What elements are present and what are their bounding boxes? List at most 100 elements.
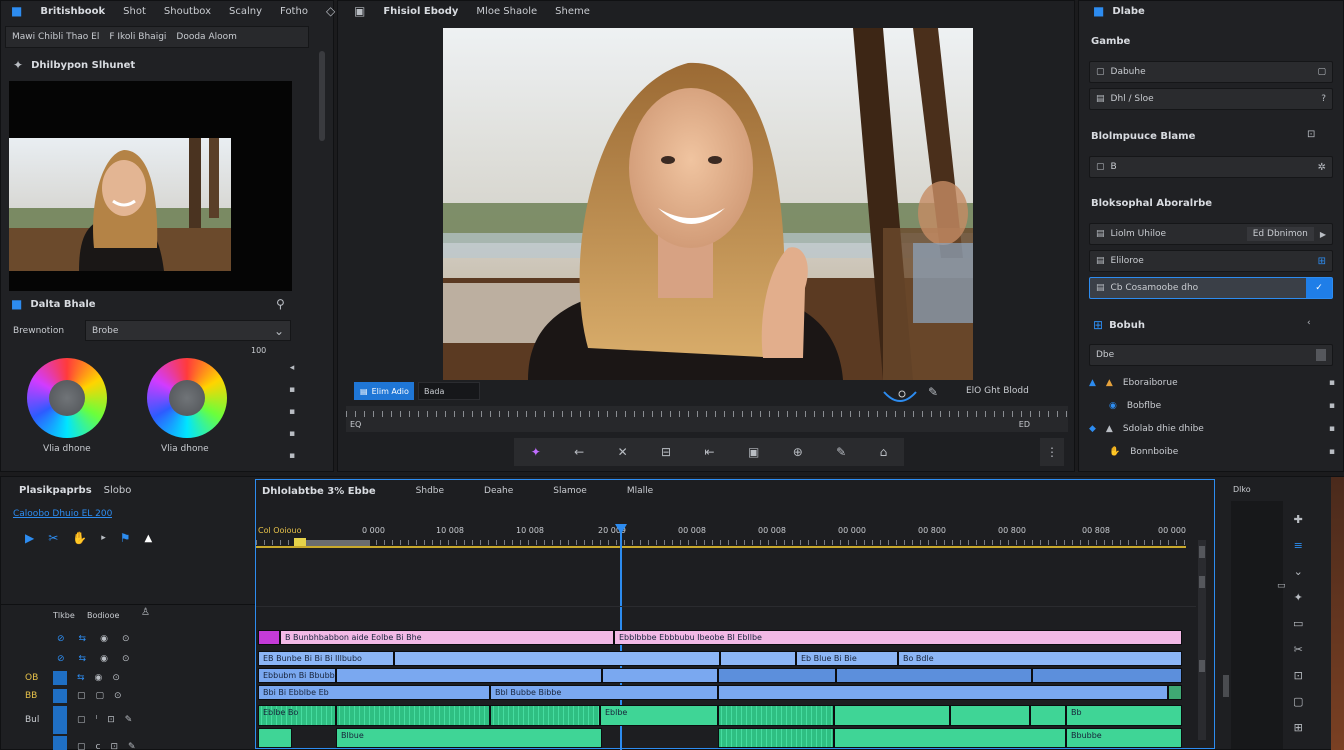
extra-tool-button[interactable]: ⋮ — [1040, 438, 1064, 466]
audio-clip[interactable] — [718, 705, 834, 726]
menu-item-1[interactable]: Shot — [123, 6, 146, 17]
track-crop-icon[interactable]: ⊡ — [110, 742, 118, 750]
trim-icon[interactable]: ⇤ — [705, 445, 715, 459]
video-preview[interactable] — [443, 28, 973, 380]
play-small-icon[interactable]: ▶ — [1320, 230, 1326, 239]
back-arrow-icon[interactable]: ← — [574, 445, 584, 459]
sliders-icon[interactable]: ⊞ — [1318, 256, 1326, 267]
pen-icon[interactable]: ✎ — [836, 445, 846, 459]
list-item-icon[interactable]: ▪ — [1329, 378, 1335, 388]
menu-item-0[interactable]: Britishbook — [40, 6, 105, 17]
timeline-tab-0[interactable]: Dhlolabtbe 3% Ebbe — [262, 486, 376, 497]
ripple-tool-icon[interactable]: ▸ — [101, 533, 106, 543]
track-sync-icon[interactable]: ⊙ — [122, 634, 130, 644]
inspector-field-3[interactable]: ▢ B ✲ — [1089, 156, 1333, 178]
export-icon[interactable]: ⊡ — [1293, 669, 1303, 682]
track-settings-icon[interactable]: ♙ — [141, 607, 150, 618]
zoom-icon[interactable]: ⊕ — [793, 445, 803, 459]
breadcrumb-item-0[interactable]: Mawi Chibli Thao El — [12, 32, 99, 42]
inspector-sub-row[interactable]: Dbe — [1089, 344, 1333, 366]
grid-icon[interactable]: ⊞ — [1293, 721, 1303, 734]
video-clip[interactable] — [394, 651, 720, 666]
viewer-tab-0[interactable]: Fhisiol Ebody — [383, 6, 458, 17]
inspector-field-1[interactable]: ▢ Dabuhe ▢ — [1089, 61, 1333, 83]
video-clip[interactable]: Bbl Bubbe Bibbe — [490, 685, 718, 700]
blade-tool-icon[interactable]: ✂ — [48, 531, 58, 545]
inspector-field-6[interactable]: ▤ Cb Cosamoobe dho ✓ — [1089, 277, 1333, 299]
split-icon[interactable]: ⊟ — [661, 445, 671, 459]
timeline-ruler[interactable]: Col Ooiouo 0 000 10 008 10 008 20 009 00… — [256, 524, 1196, 548]
video-clip[interactable]: EB Bunbe Bi Bi Bi Illbubo — [258, 651, 394, 666]
track-pen-icon[interactable]: ✎ — [128, 742, 136, 750]
track-target[interactable] — [53, 706, 67, 734]
curve-icon[interactable] — [880, 382, 922, 406]
align-icon[interactable]: ≡ — [1293, 539, 1303, 552]
audio-clip[interactable] — [834, 728, 1066, 748]
track-target[interactable] — [53, 689, 67, 703]
audio-clip[interactable]: Bbubbe — [1066, 728, 1182, 748]
timeline-tab-1[interactable]: Shdbe — [416, 486, 444, 497]
breadcrumb-item-2[interactable]: Dooda Aloom — [176, 32, 236, 42]
inspector-field-2[interactable]: ▤ Dhl / Sloe ? — [1089, 88, 1333, 110]
video-clip[interactable]: Bo Bdle — [898, 651, 1182, 666]
color-wheel-2[interactable] — [147, 358, 227, 438]
audio-clip[interactable] — [718, 728, 834, 748]
audio-clip[interactable] — [258, 728, 292, 748]
section-2-icon[interactable]: ⊡ — [1307, 129, 1315, 140]
timeline-tab-3[interactable]: Slamoe — [553, 486, 587, 497]
list-item[interactable]: ✋ Bonnboibe ▪ — [1089, 440, 1335, 463]
meter-toggle-icon[interactable]: ▭ — [1277, 581, 1286, 591]
list-item[interactable]: ◉ Bobflbe ▪ — [1089, 394, 1335, 417]
timeline-tab-4[interactable]: Mlalle — [627, 486, 653, 497]
viewer-ruler[interactable]: EQ ED — [346, 406, 1068, 432]
marker-icon[interactable]: ✦ — [1293, 591, 1303, 604]
track-sync-icon[interactable]: ⊙ — [122, 654, 130, 664]
wheel-control-1-icon[interactable]: ◂ — [289, 363, 295, 373]
field-4-value[interactable]: Ed Dbnimon — [1246, 227, 1314, 241]
timeline-left-title[interactable]: Plasikpaprbs — [19, 485, 92, 496]
settings-icon[interactable]: ✲ — [1318, 162, 1326, 173]
track-solo-icon[interactable]: ▢ — [96, 691, 105, 701]
color-mode-dropdown[interactable]: Brobe ⌄ — [85, 320, 291, 341]
list-item[interactable]: ◆ ▲ Sdolab dhie dhibe ▪ — [1089, 417, 1335, 440]
note-icon[interactable]: ▢ — [1293, 695, 1303, 708]
list-item-icon[interactable]: ▪ — [1329, 424, 1335, 434]
track-link-icon[interactable]: ⇆ — [79, 634, 87, 644]
wheel-control-2-icon[interactable]: ▪ — [289, 385, 295, 395]
hand-tool-icon[interactable]: ✋ — [72, 531, 87, 545]
pin-icon[interactable]: ⚲ — [276, 297, 285, 311]
track-link-icon[interactable]: ⇆ — [79, 654, 87, 664]
edit-icon[interactable]: ✎ — [928, 385, 938, 399]
video-clip[interactable] — [602, 668, 718, 683]
video-clip[interactable]: Bbi Bi Ebblbe Eb — [258, 685, 490, 700]
timeline-left-tab[interactable]: Slobo — [104, 485, 132, 496]
audio-clip[interactable] — [950, 705, 1030, 726]
cut-icon[interactable]: ✂ — [1293, 643, 1303, 656]
video-clip[interactable] — [718, 668, 836, 683]
track-eye-icon[interactable]: ◉ — [95, 673, 103, 683]
audio-clip[interactable] — [1030, 705, 1066, 726]
track-target[interactable] — [53, 671, 67, 685]
inspector-field-4[interactable]: ▤ Liolm Uhiloe Ed Dbnimon ▶ — [1089, 223, 1333, 245]
audio-clip[interactable]: Eblbe Bo — [258, 705, 336, 726]
track-lock-icon[interactable]: ⊘ — [57, 634, 65, 644]
track-mute-icon[interactable]: ▢ — [77, 691, 86, 701]
title-clip[interactable]: B Bunbhbabbon aide Eolbe Bi Bhe — [280, 630, 614, 645]
timeline-tab-2[interactable]: Deahe — [484, 486, 513, 497]
snap-icon[interactable]: ⌄ — [1293, 565, 1303, 578]
menu-item-3[interactable]: Scalny — [229, 6, 262, 17]
field-6-button[interactable]: ✓ — [1306, 278, 1332, 298]
viewer-tab-2[interactable]: Sheme — [555, 6, 590, 17]
secondary-chip[interactable]: Bada — [418, 382, 480, 400]
active-clip-chip[interactable]: ▤ Elim Adio — [354, 382, 414, 400]
wheel-control-5-icon[interactable]: ▪ — [289, 451, 295, 461]
track-eye-icon[interactable]: ◉ — [100, 654, 108, 664]
collapse-icon[interactable]: ‹ — [1307, 318, 1311, 328]
title-clip[interactable] — [258, 630, 280, 645]
video-clip[interactable] — [336, 668, 602, 683]
track-mute-icon[interactable]: ▢ — [77, 715, 86, 725]
track-pen-icon[interactable]: ✎ — [125, 715, 133, 725]
audio-clip[interactable] — [490, 705, 600, 726]
video-clip[interactable] — [1032, 668, 1182, 683]
inspector-field-5[interactable]: ▤ Eliloroe ⊞ — [1089, 250, 1333, 272]
